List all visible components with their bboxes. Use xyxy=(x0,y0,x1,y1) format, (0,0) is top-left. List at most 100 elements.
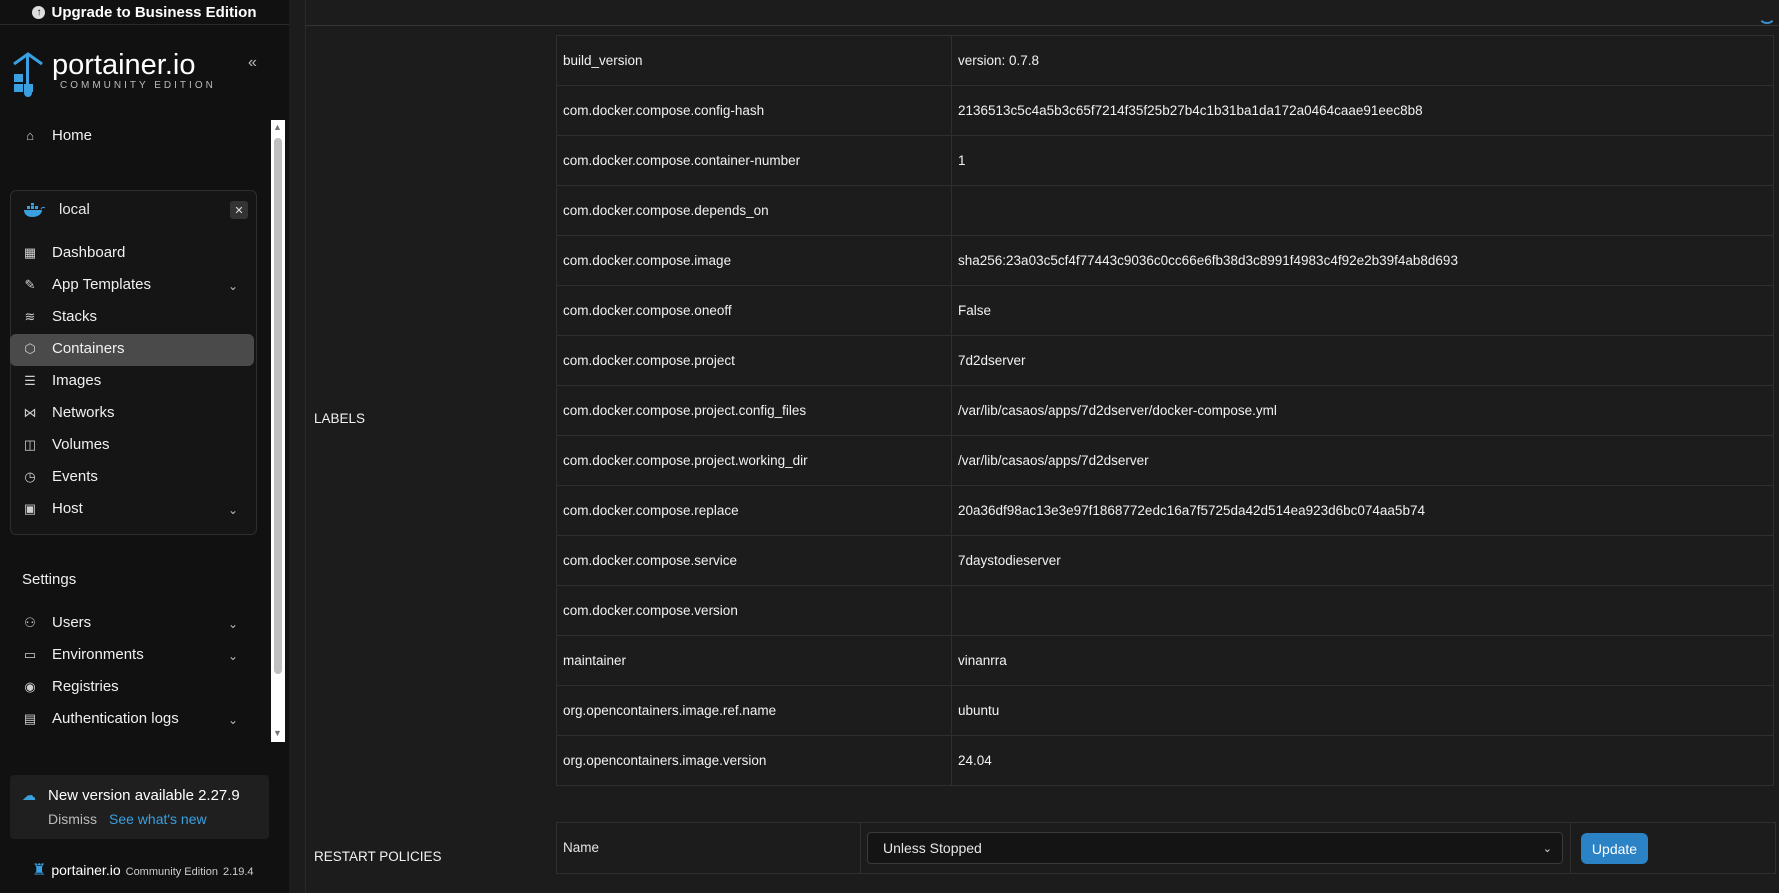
dashboard-icon: ▦ xyxy=(23,244,37,260)
sidebar-item-networks[interactable]: ⋈ Networks xyxy=(22,404,115,421)
table-row: com.docker.compose.container-number 1 xyxy=(556,135,1774,186)
scroll-up-icon[interactable]: ▲ xyxy=(273,122,282,132)
users-icon: ⚇ xyxy=(24,614,36,630)
settings-heading: Settings xyxy=(22,571,77,588)
sidebar-item-label: Environments xyxy=(52,646,144,663)
table-row: com.docker.compose.service 7daystodieserv… xyxy=(556,535,1774,586)
brand-name: portainer.io xyxy=(52,49,196,81)
sidebar-item-app-templates[interactable]: ✎ App Templates xyxy=(22,276,151,293)
restart-policy-value: Unless Stopped xyxy=(883,840,982,856)
table-row: com.docker.compose.version xyxy=(556,585,1774,636)
sidebar-item-label: Networks xyxy=(52,404,115,421)
chevron-down-icon[interactable]: ⌄ xyxy=(228,617,238,631)
label-key: maintainer xyxy=(556,635,952,686)
label-value: /var/lib/casaos/apps/7d2dserver xyxy=(951,435,1774,486)
sidebar-item-registries[interactable]: ◉ Registries xyxy=(22,678,119,695)
sidebar-item-containers[interactable]: ⬡ Containers xyxy=(22,340,124,357)
sidebar-item-label: Authentication logs xyxy=(52,710,179,727)
label-value: 1 xyxy=(951,135,1774,186)
collapse-sidebar-icon[interactable]: « xyxy=(248,54,257,72)
environment-header: local xyxy=(23,201,90,218)
sidebar-item-host[interactable]: ▣ Host xyxy=(22,500,83,517)
radio-icon: ◉ xyxy=(24,678,36,694)
table-row: com.docker.compose.project.config_files /… xyxy=(556,385,1774,436)
sidebar-item-volumes[interactable]: ◫ Volumes xyxy=(22,436,110,453)
whats-new-link[interactable]: See what's new xyxy=(109,811,207,827)
label-key: com.docker.compose.project.working_dir xyxy=(556,435,952,486)
label-key: org.opencontainers.image.ref.name xyxy=(556,685,952,736)
label-value: 7d2dserver xyxy=(951,335,1774,386)
chevron-down-icon: ⌄ xyxy=(1542,842,1552,855)
label-value: ubuntu xyxy=(951,685,1774,736)
label-key: com.docker.compose.image xyxy=(556,235,952,286)
label-key: com.docker.compose.project.config_files xyxy=(556,385,952,436)
layers-icon: ≋ xyxy=(24,308,36,324)
sidebar-footer: ♜ portainer.io Community Edition 2.19.4 xyxy=(32,860,254,880)
divider xyxy=(305,25,1779,26)
table-row: build_version version: 0.7.8 xyxy=(556,35,1774,86)
chevron-down-icon[interactable]: ⌄ xyxy=(228,279,238,293)
table-row: com.docker.compose.depends_on xyxy=(556,185,1774,236)
sidebar-item-environments[interactable]: ▭ Environments xyxy=(22,646,144,663)
restart-policy-select[interactable]: Unless Stopped ⌄ xyxy=(867,832,1563,864)
restart-policies-row: Name Unless Stopped ⌄ Update xyxy=(556,822,1776,874)
edit-icon: ✎ xyxy=(24,276,36,292)
restart-name-label: Name xyxy=(563,840,600,855)
label-value: 7daystodieserver xyxy=(951,535,1774,586)
label-value: 20a36df98ac13e3e97f1868772edc16a7f5725da… xyxy=(951,485,1774,536)
scrollbar-thumb[interactable] xyxy=(274,138,282,674)
share-icon: ⋈ xyxy=(23,404,37,420)
label-key: com.docker.compose.replace xyxy=(556,485,952,536)
label-value: /var/lib/casaos/apps/7d2dserver/docker-c… xyxy=(951,385,1774,436)
footer-version: 2.19.4 xyxy=(222,866,254,878)
table-row: maintainer vinanrra xyxy=(556,635,1774,686)
table-row: com.docker.compose.project.working_dir/v… xyxy=(556,435,1774,486)
cloud-download-icon: ☁ xyxy=(22,787,36,803)
host-icon: ▣ xyxy=(23,500,37,516)
chevron-down-icon[interactable]: ⌄ xyxy=(228,503,238,517)
sidebar-item-label: Stacks xyxy=(52,308,98,325)
chevron-down-icon[interactable]: ⌄ xyxy=(228,713,238,727)
database-icon: ◫ xyxy=(23,436,37,452)
table-row: org.opencontainers.image.version 24.04 xyxy=(556,735,1774,786)
sidebar-item-label: Images xyxy=(52,372,102,389)
sidebar-item-label: Host xyxy=(52,500,83,517)
hard-drive-icon: ▭ xyxy=(23,646,37,662)
brand-edition: COMMUNITY EDITION xyxy=(60,80,216,91)
sidebar-scrollbar[interactable]: ▲ ▼ xyxy=(271,120,285,742)
sidebar-item-label: Registries xyxy=(52,678,119,695)
portainer-logo[interactable]: portainer.io COMMUNITY EDITION xyxy=(10,50,216,98)
clock-icon: ◷ xyxy=(24,468,36,484)
update-notice: ☁ New version available 2.27.9 Dismiss S… xyxy=(10,775,269,839)
dismiss-link[interactable]: Dismiss xyxy=(48,811,97,827)
sidebar-item-label: Dashboard xyxy=(52,244,126,261)
label-key: com.docker.compose.container-number xyxy=(556,135,952,186)
sidebar-item-stacks[interactable]: ≋ Stacks xyxy=(22,308,97,325)
sidebar-item-events[interactable]: ◷ Events xyxy=(22,468,98,485)
sidebar-item-home[interactable]: ⌂ Home xyxy=(22,127,92,144)
chevron-down-icon[interactable]: ⌄ xyxy=(228,649,238,663)
label-value: 2136513c5c4a5b3c65f7214f35f25b27b4c1b31b… xyxy=(951,85,1774,136)
label-key: com.docker.compose.config-hash xyxy=(556,85,952,136)
update-button[interactable]: Update xyxy=(1581,833,1648,864)
list-icon: ☰ xyxy=(24,372,36,388)
scroll-down-icon[interactable]: ▼ xyxy=(273,728,282,738)
table-row: com.docker.compose.config-hash 2136513c5c… xyxy=(556,85,1774,136)
divider xyxy=(860,823,861,873)
close-environment-button[interactable]: ✕ xyxy=(230,201,248,219)
sidebar: ↑ Upgrade to Business Edition portainer.… xyxy=(0,0,289,893)
sidebar-item-dashboard[interactable]: ▦ Dashboard xyxy=(22,244,126,261)
sidebar-item-users[interactable]: ⚇ Users xyxy=(22,614,91,631)
sidebar-item-images[interactable]: ☰ Images xyxy=(22,372,101,389)
upgrade-label: Upgrade to Business Edition xyxy=(51,3,257,21)
sidebar-item-label: Volumes xyxy=(52,436,110,453)
table-row: com.docker.compose.replace 20a36df98ac13e… xyxy=(556,485,1774,536)
sidebar-item-label: Home xyxy=(52,127,93,144)
upgrade-banner[interactable]: ↑ Upgrade to Business Edition xyxy=(0,0,289,25)
label-key: com.docker.compose.oneoff xyxy=(556,285,952,336)
sidebar-item-label: Users xyxy=(52,614,92,631)
sidebar-item-authentication-logs[interactable]: ▤ Authentication logs xyxy=(22,710,179,727)
label-key: org.opencontainers.image.version xyxy=(556,735,952,786)
environment-name: local xyxy=(59,201,90,218)
loading-spinner-icon xyxy=(1758,6,1776,24)
